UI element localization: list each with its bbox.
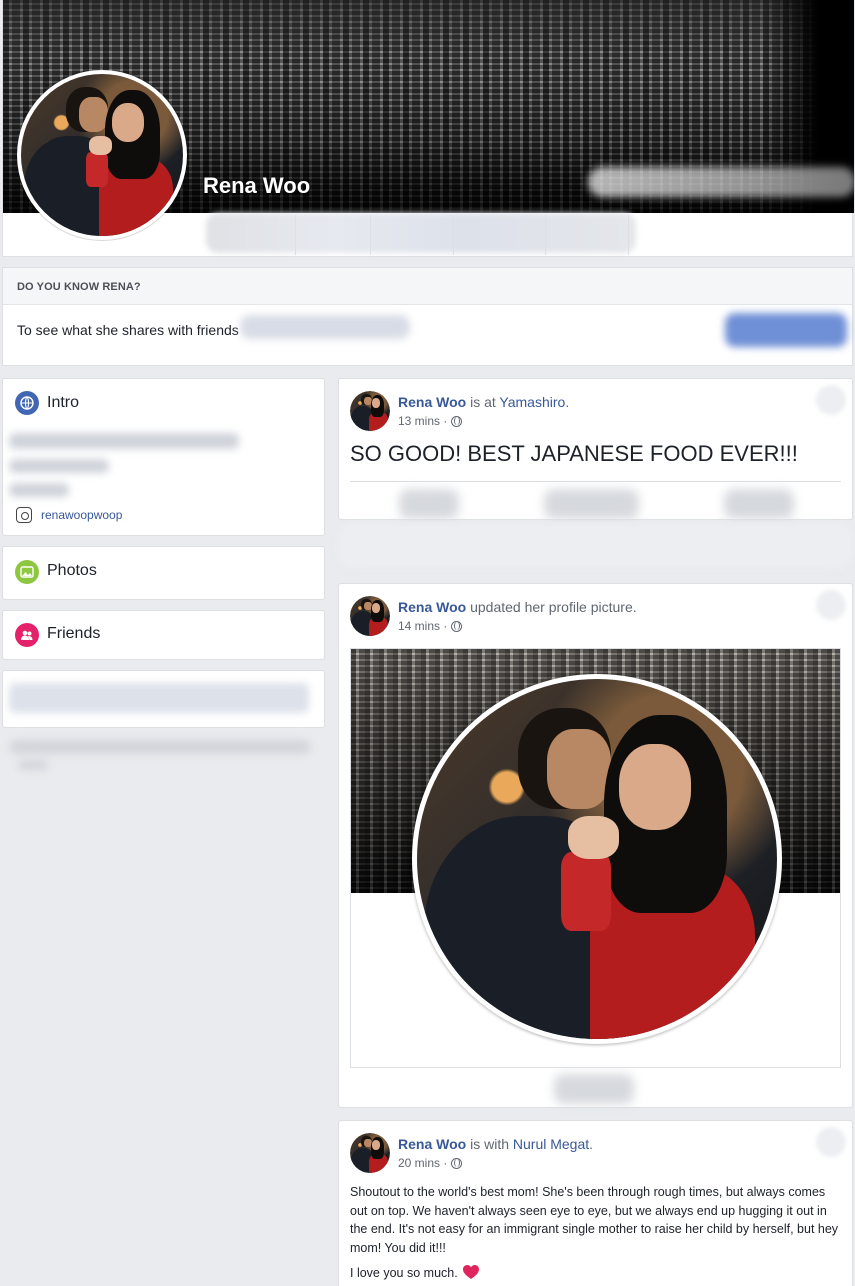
more-options-icon[interactable] bbox=[816, 385, 846, 415]
profile-picture-large bbox=[412, 674, 782, 1044]
add-friend-button-redacted[interactable] bbox=[725, 313, 847, 347]
do-you-know-heading: DO YOU KNOW RENA? bbox=[3, 268, 852, 305]
post-header: Rena Woo is at Yamashiro. bbox=[398, 394, 570, 410]
post-action: is with bbox=[470, 1136, 509, 1152]
redacted-content bbox=[9, 683, 309, 713]
post-author-avatar[interactable] bbox=[350, 596, 390, 636]
post-text-line: I love you so much. bbox=[350, 1265, 479, 1280]
post-text: Shoutout to the world's best mom! She's … bbox=[350, 1185, 839, 1255]
like-button-redacted[interactable] bbox=[554, 1074, 634, 1104]
photos-title[interactable]: Photos bbox=[47, 562, 97, 580]
post-text: SO GOOD! BEST JAPANESE FOOD EVER!!! bbox=[350, 441, 798, 466]
post-timestamp[interactable]: 14 mins · bbox=[398, 619, 463, 633]
tagged-friend-link[interactable]: Nurul Megat bbox=[513, 1136, 589, 1152]
comment-button-redacted[interactable] bbox=[544, 489, 639, 519]
friends-title[interactable]: Friends bbox=[47, 625, 100, 643]
redacted-footer bbox=[18, 760, 48, 770]
friends-card[interactable]: Friends bbox=[2, 610, 325, 660]
globe-icon bbox=[451, 1157, 463, 1169]
instagram-handle[interactable]: renawoopwoop bbox=[41, 508, 122, 522]
profile-name[interactable]: Rena Woo bbox=[203, 173, 310, 199]
header-action-buttons-redacted bbox=[588, 167, 855, 197]
more-options-icon[interactable] bbox=[816, 1127, 846, 1157]
redacted-footer bbox=[10, 740, 310, 754]
intro-card: Intro renawoopwoop bbox=[2, 378, 325, 536]
do-you-know-card: DO YOU KNOW RENA? To see what she shares… bbox=[2, 267, 853, 366]
globe-icon bbox=[451, 415, 463, 427]
redacted-card bbox=[2, 670, 325, 728]
post-card: Rena Woo is with Nurul Megat. 20 mins · … bbox=[338, 1120, 853, 1286]
photos-card[interactable]: Photos bbox=[2, 546, 325, 600]
post-author-avatar[interactable] bbox=[350, 1133, 390, 1173]
redacted-line bbox=[9, 483, 69, 497]
redacted-text bbox=[240, 315, 410, 339]
post-author-name[interactable]: Rena Woo bbox=[398, 599, 466, 615]
globe-icon bbox=[15, 391, 39, 415]
post-header: Rena Woo updated her profile picture. bbox=[398, 599, 637, 615]
post-timestamp[interactable]: 13 mins · bbox=[398, 414, 463, 428]
post-timestamp[interactable]: 20 mins · bbox=[398, 1156, 463, 1170]
profile-picture[interactable] bbox=[17, 70, 187, 240]
post-action: updated her profile picture. bbox=[470, 599, 637, 615]
post-header: Rena Woo is with Nurul Megat. bbox=[398, 1136, 594, 1152]
post-action: is at bbox=[470, 394, 496, 410]
post-author-name[interactable]: Rena Woo bbox=[398, 394, 466, 410]
post-card: Rena Woo updated her profile picture. 14… bbox=[338, 583, 853, 1108]
profile-tabs-redacted bbox=[206, 213, 636, 253]
intro-title: Intro bbox=[47, 394, 80, 411]
instagram-icon bbox=[16, 507, 32, 523]
globe-icon bbox=[451, 620, 463, 632]
like-button-redacted[interactable] bbox=[399, 489, 459, 519]
heart-icon bbox=[462, 1265, 479, 1279]
do-you-know-text: To see what she shares with friends bbox=[17, 322, 239, 338]
post-place-link[interactable]: Yamashiro bbox=[499, 394, 565, 410]
friends-icon bbox=[15, 623, 39, 647]
profile-picture-update[interactable] bbox=[350, 648, 841, 1068]
share-button-redacted[interactable] bbox=[724, 489, 794, 519]
redacted-line bbox=[9, 433, 239, 449]
post-author-avatar[interactable] bbox=[350, 391, 390, 431]
post-card: Rena Woo is at Yamashiro. 13 mins · SO G… bbox=[338, 378, 853, 520]
photo-icon bbox=[15, 560, 39, 584]
redacted-line bbox=[9, 459, 109, 473]
instagram-link[interactable]: renawoopwoop bbox=[16, 507, 122, 523]
post-author-name[interactable]: Rena Woo bbox=[398, 1136, 466, 1152]
more-options-icon[interactable] bbox=[816, 590, 846, 620]
comment-box-redacted[interactable] bbox=[338, 523, 853, 568]
